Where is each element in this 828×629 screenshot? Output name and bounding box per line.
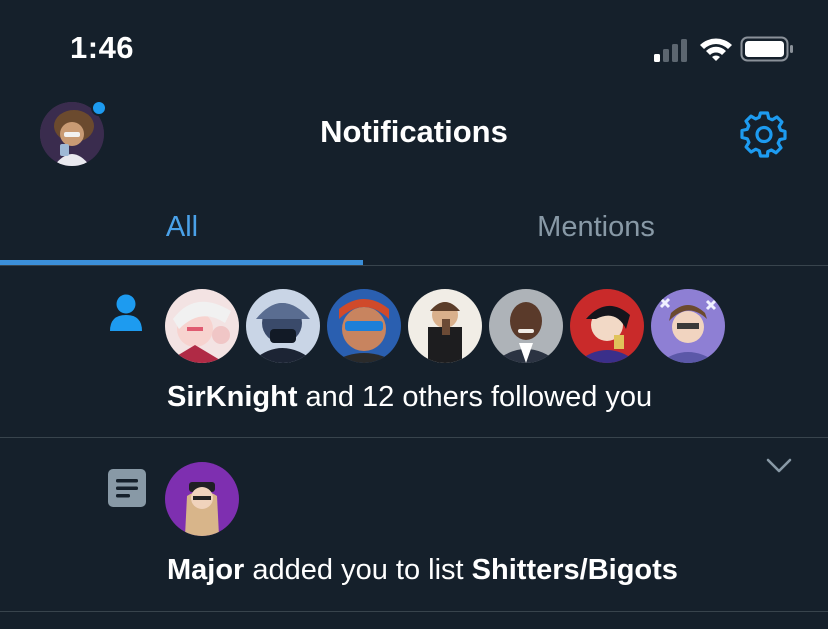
tab-bar: All Mentions — [0, 190, 828, 266]
notification-message: added you to list — [244, 554, 472, 586]
notification-text: Major added you to list Shitters/Bigots — [167, 554, 678, 587]
page-title: Notifications — [320, 114, 508, 149]
follower-avatar[interactable] — [165, 289, 239, 363]
follower-avatar[interactable] — [408, 289, 482, 363]
notification-list-add[interactable]: Major added you to list Shitters/Bigots — [0, 438, 828, 612]
follower-avatar[interactable] — [570, 289, 644, 363]
tab-all[interactable]: All — [0, 190, 364, 265]
signal-bars-icon — [654, 39, 687, 62]
notification-actor[interactable]: Major — [167, 554, 244, 586]
top-bar: Notifications — [0, 90, 828, 190]
list-icon — [108, 469, 146, 507]
person-icon — [110, 294, 142, 331]
battery-icon — [740, 36, 793, 62]
status-bar: 1:46 — [0, 0, 828, 90]
follower-avatar[interactable] — [489, 289, 563, 363]
notification-follow[interactable]: SirKnight and 12 others followed you — [0, 265, 828, 438]
list-name[interactable]: Shitters/Bigots — [472, 554, 678, 586]
gear-icon[interactable] — [740, 110, 788, 158]
chevron-down-icon[interactable] — [766, 458, 792, 474]
status-time: 1:46 — [70, 30, 135, 65]
follower-avatar[interactable] — [246, 289, 320, 363]
notification-message: and 12 others followed you — [297, 381, 653, 413]
notification-text: SirKnight and 12 others followed you — [167, 381, 652, 414]
notification-actor[interactable]: SirKnight — [167, 381, 298, 413]
actor-avatar[interactable] — [165, 462, 239, 536]
wifi-icon — [700, 38, 732, 61]
tab-mentions[interactable]: Mentions — [364, 190, 828, 265]
follower-avatar[interactable] — [327, 289, 401, 363]
follower-avatar[interactable] — [651, 289, 725, 363]
